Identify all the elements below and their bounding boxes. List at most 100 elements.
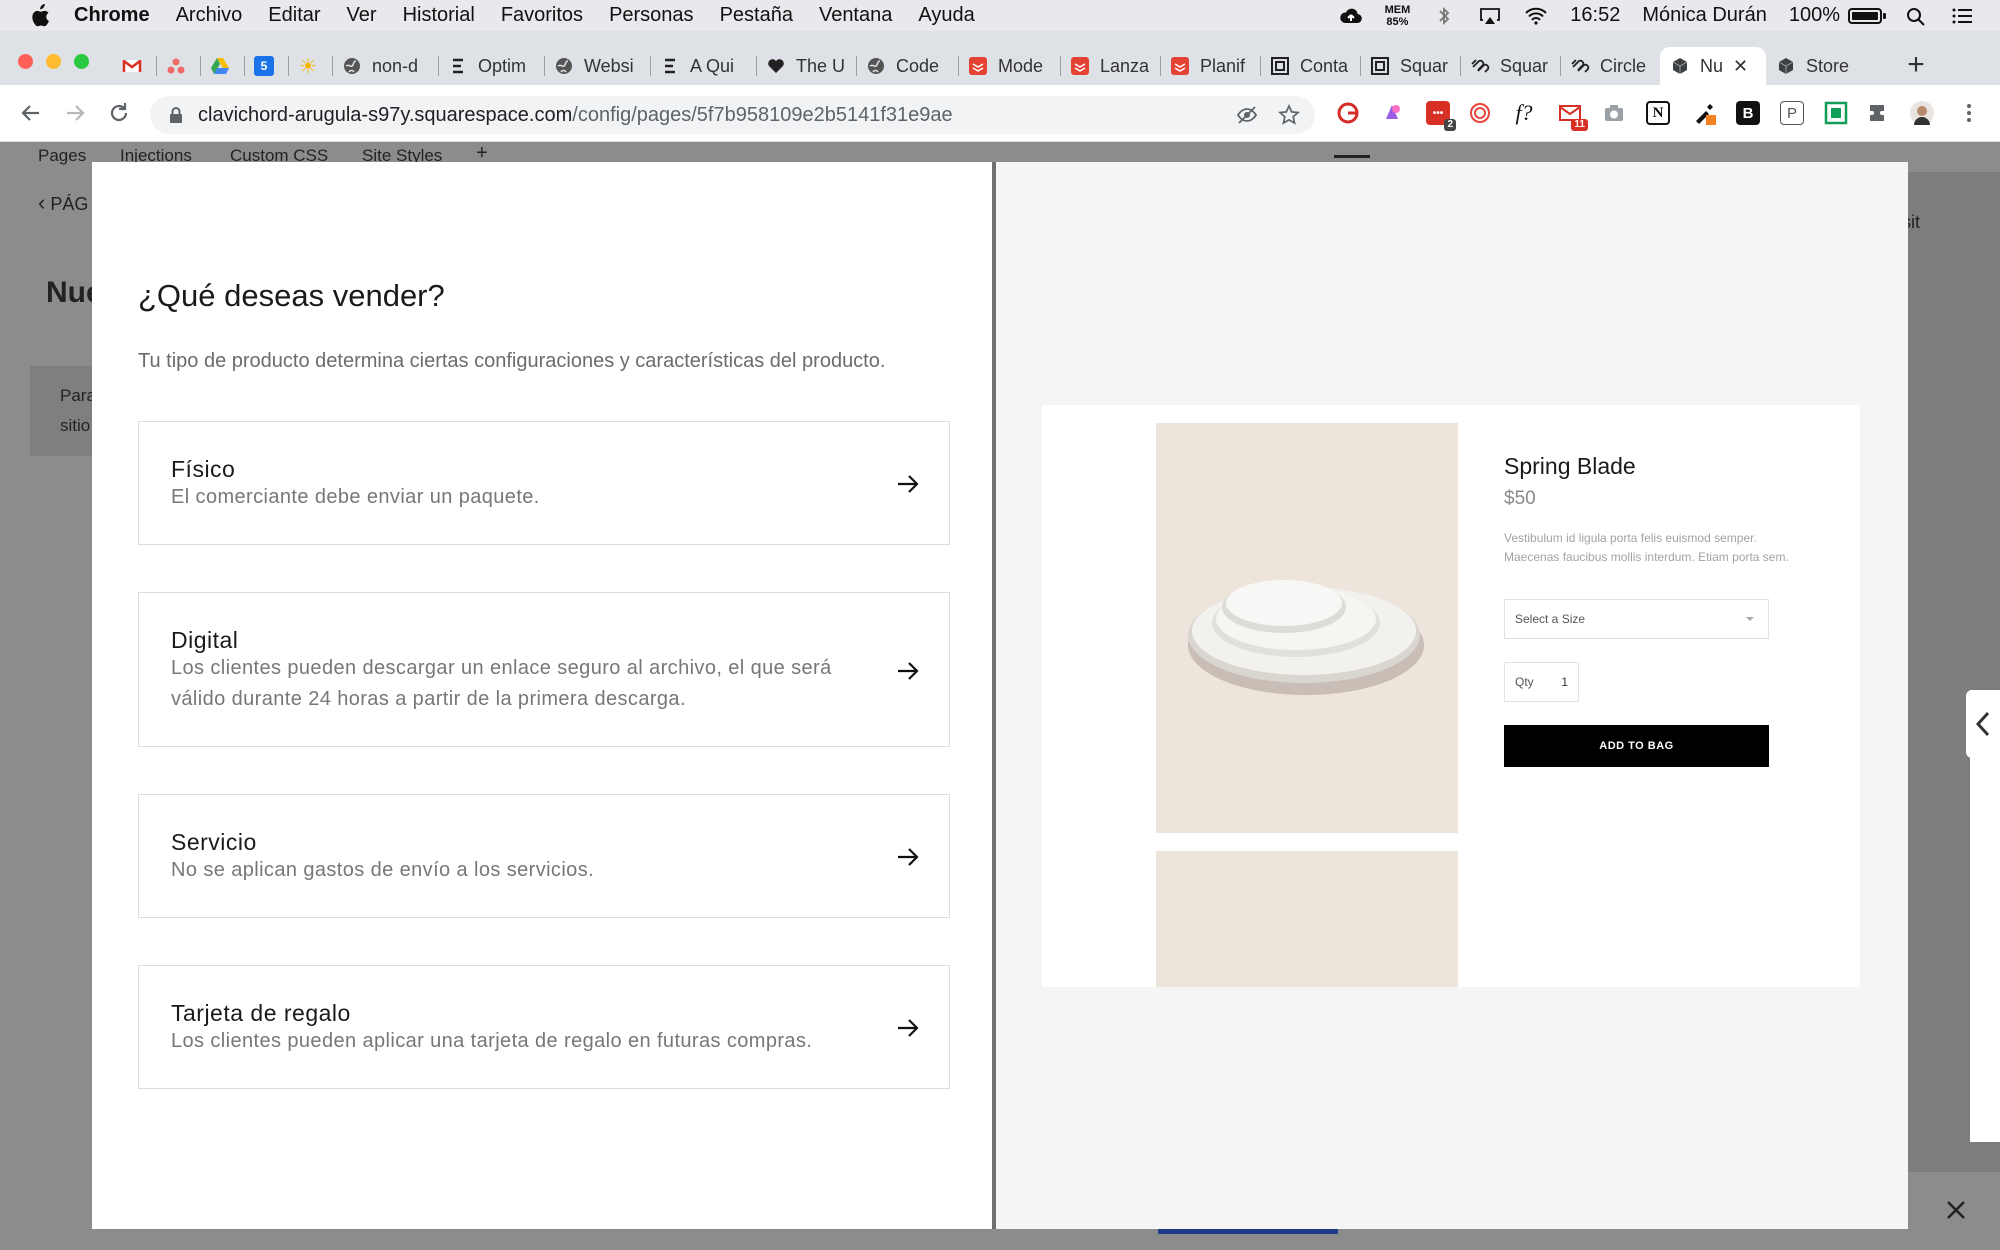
close-icon[interactable] <box>1944 1198 1968 1222</box>
menu-ver[interactable]: Ver <box>347 4 377 27</box>
tab-weather[interactable]: ☀ <box>288 47 332 85</box>
extensions-puzzle-icon[interactable] <box>1866 101 1890 125</box>
add-to-bag-button[interactable]: ADD TO BAG <box>1504 725 1769 767</box>
camera-icon[interactable] <box>1602 101 1626 125</box>
frame-green-icon[interactable] <box>1824 101 1848 125</box>
bg-nav-pages[interactable]: Pages <box>38 146 86 166</box>
plates-illustration <box>1188 580 1424 695</box>
bold-b-icon[interactable]: B <box>1736 101 1760 125</box>
calendar-ext-icon[interactable]: ••• 2 <box>1426 101 1456 131</box>
panel-toggle-button[interactable] <box>1966 690 2000 758</box>
tab-item[interactable]: Planif <box>1160 47 1260 85</box>
tab-item[interactable]: Store <box>1766 47 1866 85</box>
tab-item[interactable]: non-d <box>332 47 438 85</box>
bluetooth-icon[interactable] <box>1432 6 1456 26</box>
extension-badge: 2 <box>1444 119 1456 131</box>
list-icon <box>665 58 675 74</box>
globe-icon <box>868 58 884 74</box>
window-zoom-button[interactable] <box>74 54 89 69</box>
eye-off-icon[interactable] <box>1236 104 1258 126</box>
squarespace-icon <box>1471 59 1490 73</box>
tab-item[interactable]: A Qui <box>650 47 756 85</box>
product-type-modal: ¿Qué deseas vender? Tu tipo de producto … <box>92 162 1908 1229</box>
product-name: Spring Blade <box>1504 453 1636 479</box>
font-finder-icon[interactable]: f? <box>1512 100 1536 125</box>
new-tab-button[interactable]: + <box>1898 48 1934 84</box>
tab-item[interactable]: Lanza <box>1060 47 1160 85</box>
tab-close-icon[interactable]: ✕ <box>1733 56 1748 77</box>
gmail-notifier-icon[interactable]: 11 <box>1558 101 1588 131</box>
address-bar[interactable]: clavichord-arugula-s97y.squarespace.com … <box>150 96 1315 134</box>
tab-item[interactable]: Circle <box>1560 47 1660 85</box>
size-select[interactable]: Select a Size <box>1504 599 1769 639</box>
tab-title: Circle <box>1600 55 1647 76</box>
bg-divider <box>1334 155 1370 158</box>
menu-bar: Chrome Archivo Editar Ver Historial Favo… <box>0 0 2000 31</box>
menu-personas[interactable]: Personas <box>609 4 694 27</box>
menu-ayuda[interactable]: Ayuda <box>918 4 974 27</box>
menu-historial[interactable]: Historial <box>403 4 475 27</box>
tab-item[interactable]: Squar <box>1460 47 1560 85</box>
menu-favoritos[interactable]: Favoritos <box>501 4 583 27</box>
todoist-icon <box>969 57 987 75</box>
chrome-menu-icon[interactable] <box>1964 101 1974 125</box>
chevron-left-icon: ‹ <box>38 190 46 215</box>
color-picker-icon[interactable] <box>1692 101 1716 125</box>
memory-indicator[interactable]: MEM 85% <box>1385 4 1411 28</box>
menu-app-name[interactable]: Chrome <box>74 4 150 27</box>
window-minimize-button[interactable] <box>46 54 61 69</box>
tab-asana[interactable] <box>156 47 200 85</box>
tab-item[interactable]: Code <box>856 47 958 85</box>
tab-gmail[interactable] <box>112 47 156 85</box>
spotlight-search-icon[interactable] <box>1904 6 1928 26</box>
cloud-upload-icon[interactable] <box>1339 6 1363 26</box>
arrow-right-icon <box>898 662 919 680</box>
tab-drive[interactable] <box>200 47 244 85</box>
tab-title: Optim <box>478 55 527 76</box>
spiral-icon[interactable] <box>1468 101 1492 125</box>
bg-back-link[interactable]: ‹ PÁG <box>38 190 88 216</box>
menu-archivo[interactable]: Archivo <box>176 4 243 27</box>
option-physical[interactable]: Físico El comerciante debe enviar un paq… <box>138 421 950 545</box>
back-arrow-icon[interactable] <box>16 98 46 128</box>
tab-title: Nu <box>1700 55 1724 76</box>
tab-calendar[interactable]: 5 <box>244 47 288 85</box>
lock-icon[interactable] <box>168 106 184 124</box>
quantity-input[interactable]: Qty 1 <box>1504 662 1579 702</box>
p-icon[interactable]: P <box>1780 101 1804 125</box>
tab-item[interactable]: The U <box>756 47 856 85</box>
menu-pestana[interactable]: Pestaña <box>720 4 793 27</box>
option-gift-card[interactable]: Tarjeta de regalo Los clientes pueden ap… <box>138 965 950 1089</box>
control-center-icon[interactable] <box>1950 6 1974 26</box>
tab-item[interactable]: Squar <box>1360 47 1460 85</box>
modal-heading: ¿Qué deseas vender? <box>138 278 445 313</box>
battery-icon[interactable] <box>1848 7 1886 24</box>
bookmark-star-icon[interactable] <box>1278 104 1300 126</box>
tab-item[interactable]: Optim <box>438 47 544 85</box>
apple-icon[interactable] <box>28 3 50 28</box>
menu-ventana[interactable]: Ventana <box>819 4 892 27</box>
airplay-icon[interactable] <box>1478 6 1502 26</box>
tab-active[interactable]: Nu ✕ <box>1660 47 1766 85</box>
wifi-icon[interactable] <box>1524 6 1548 26</box>
product-image-secondary <box>1156 851 1458 987</box>
tab-title: Conta <box>1300 55 1349 76</box>
battery-percent[interactable]: 100% <box>1789 4 1840 27</box>
menu-editar[interactable]: Editar <box>268 4 320 27</box>
notion-icon[interactable]: N <box>1646 101 1670 125</box>
clock[interactable]: 16:52 <box>1570 4 1620 27</box>
profile-avatar[interactable] <box>1910 101 1934 125</box>
reload-icon[interactable] <box>104 98 134 128</box>
forward-arrow-icon[interactable] <box>60 98 90 128</box>
option-digital[interactable]: Digital Los clientes pueden descargar un… <box>138 592 950 747</box>
tab-item[interactable]: Websi <box>544 47 650 85</box>
product-preview-panel: Spring Blade $50 Vestibulum id ligula po… <box>996 162 1908 1229</box>
user-name[interactable]: Mónica Durán <box>1642 4 1767 27</box>
tab-item[interactable]: Mode <box>958 47 1060 85</box>
palette-icon[interactable] <box>1380 101 1404 125</box>
option-service[interactable]: Servicio No se aplican gastos de envío a… <box>138 794 950 918</box>
lastpass-icon[interactable] <box>1336 101 1360 125</box>
list-icon <box>453 58 463 74</box>
window-close-button[interactable] <box>18 54 33 69</box>
tab-item[interactable]: Conta <box>1260 47 1360 85</box>
